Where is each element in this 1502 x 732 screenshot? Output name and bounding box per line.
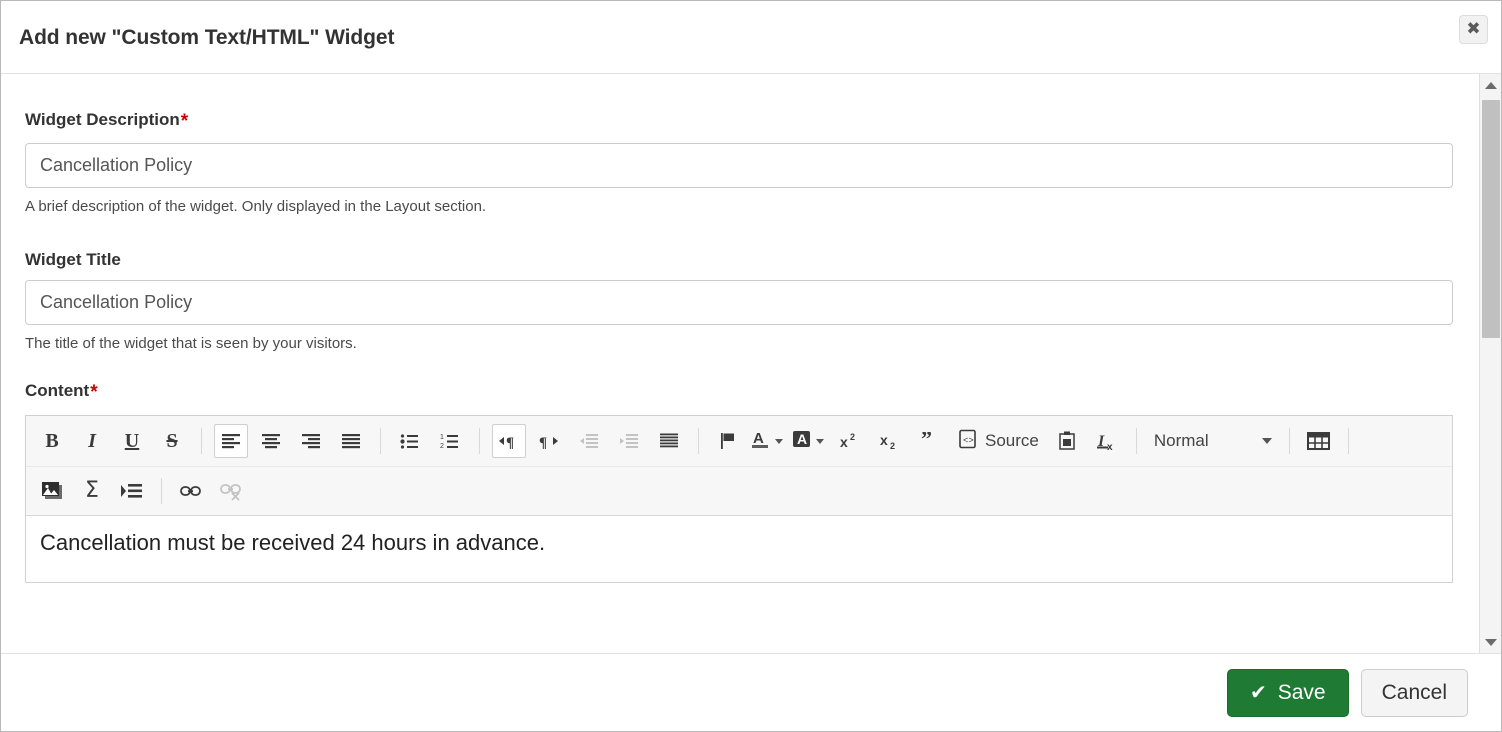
svg-text:¶: ¶ (506, 435, 514, 449)
numbered-list-icon[interactable]: 1 2 (433, 424, 467, 458)
svg-text:”: ” (921, 432, 932, 450)
insert-image-icon[interactable] (35, 474, 69, 508)
rich-text-editor: B I U S 1 2 ¶ ¶ A A x 2 x 2 ” <> Source … (25, 415, 1453, 583)
paste-from-word-icon[interactable] (1050, 424, 1084, 458)
dialog-title: Add new "Custom Text/HTML" Widget (19, 26, 395, 49)
svg-text:A: A (753, 430, 764, 447)
dialog-body-content: Widget Description* A brief description … (1, 74, 1473, 613)
toolbar-separator (698, 428, 699, 454)
content-label-text: Content (25, 381, 90, 400)
svg-text:2: 2 (890, 441, 895, 450)
body-scrollbar[interactable] (1479, 74, 1501, 653)
remove-format-icon[interactable]: I x (1090, 424, 1124, 458)
toolbar-separator (161, 478, 162, 504)
triangle-down-icon (1484, 638, 1497, 646)
block-justify-icon[interactable] (652, 424, 686, 458)
cancel-button[interactable]: Cancel (1360, 668, 1468, 717)
text-direction-ltr-icon[interactable]: ¶ (492, 424, 526, 458)
italic-icon[interactable]: I (75, 424, 109, 458)
insert-formula-icon[interactable]: Σ (75, 474, 109, 508)
widget-description-input[interactable] (25, 143, 1453, 188)
chevron-down-icon (1261, 438, 1272, 444)
text-direction-rtl-icon[interactable]: ¶ (532, 424, 566, 458)
svg-text:1: 1 (440, 434, 444, 441)
widget-title-input[interactable] (25, 280, 1453, 325)
svg-text:2: 2 (440, 443, 444, 449)
content-label: Content* (25, 382, 1449, 402)
toolbar-separator (380, 428, 381, 454)
source-code-icon: <> (958, 429, 978, 454)
unlink-icon[interactable] (214, 474, 248, 508)
dialog-body: Widget Description* A brief description … (1, 74, 1501, 653)
dialog-header: Add new "Custom Text/HTML" Widget ✖ (1, 1, 1501, 74)
editor-toolbar-row-1: B I U S 1 2 ¶ ¶ A A x 2 x 2 ” <> Source … (26, 416, 1452, 466)
svg-text:x: x (1107, 442, 1113, 451)
toolbar-separator (1135, 428, 1137, 454)
scroll-down-arrow[interactable] (1480, 631, 1501, 653)
align-center-icon[interactable] (254, 424, 288, 458)
source-button[interactable]: <> Source (952, 424, 1045, 458)
insert-page-break-icon[interactable] (115, 474, 149, 508)
increase-indent-icon[interactable] (612, 424, 646, 458)
blockquote-icon[interactable]: ” (913, 424, 947, 458)
background-color-icon: A (791, 429, 813, 454)
align-justify-icon[interactable] (334, 424, 368, 458)
toolbar-separator (201, 428, 202, 454)
text-color-icon: A (750, 429, 772, 454)
subscript-icon[interactable]: x 2 (873, 424, 907, 458)
toolbar-separator (1347, 428, 1349, 454)
superscript-icon[interactable]: x 2 (833, 424, 867, 458)
editor-paragraph: Cancellation must be received 24 hours i… (40, 530, 546, 555)
align-right-icon[interactable] (294, 424, 328, 458)
svg-text:2: 2 (850, 432, 855, 442)
chevron-down-icon (775, 438, 783, 444)
save-button[interactable]: ✔ Save (1226, 668, 1349, 717)
close-icon: ✖ (1466, 19, 1481, 39)
cancel-button-label: Cancel (1381, 680, 1447, 704)
dialog-footer: ✔ Save Cancel (1, 653, 1501, 731)
anchor-flag-icon[interactable] (711, 424, 745, 458)
triangle-up-icon (1484, 81, 1497, 89)
toolbar-separator (1288, 428, 1290, 454)
check-icon: ✔ (1249, 681, 1267, 704)
paragraph-format-value: Normal (1153, 431, 1209, 450)
widget-description-label: Widget Description* (25, 111, 1449, 131)
scroll-up-arrow[interactable] (1480, 74, 1501, 96)
editor-toolbar-row-2: Σ (26, 466, 1452, 515)
widget-description-label-text: Widget Description (25, 110, 180, 129)
svg-text:<>: <> (963, 436, 974, 446)
save-button-label: Save (1277, 680, 1326, 704)
editor-content-area[interactable]: Cancellation must be received 24 hours i… (26, 516, 1452, 582)
field-widget-title: Widget Title The title of the widget tha… (1, 251, 1473, 351)
widget-description-help: A brief description of the widget. Only … (25, 198, 487, 215)
insert-table-icon[interactable] (1302, 424, 1336, 458)
text-color-button[interactable]: A (750, 429, 787, 454)
add-widget-dialog: Add new "Custom Text/HTML" Widget ✖ Widg… (0, 0, 1502, 732)
required-asterisk: * (90, 382, 98, 403)
scroll-thumb[interactable] (1482, 100, 1500, 338)
toolbar-separator (479, 428, 480, 454)
bold-icon[interactable]: B (35, 424, 69, 458)
field-content: Content* B I U S 1 2 ¶ ¶ A A x 2 x 2 ” <… (1, 382, 1473, 583)
svg-text:A: A (797, 431, 807, 447)
insert-link-icon[interactable] (174, 474, 208, 508)
decrease-indent-icon[interactable] (572, 424, 606, 458)
underline-icon[interactable]: U (115, 424, 149, 458)
strikethrough-icon[interactable]: S (155, 424, 189, 458)
bulleted-list-icon[interactable] (393, 424, 427, 458)
widget-title-label: Widget Title (25, 250, 121, 269)
widget-title-help: The title of the widget that is seen by … (25, 335, 357, 352)
chevron-down-icon (816, 438, 824, 444)
required-asterisk: * (180, 111, 189, 132)
svg-text:¶: ¶ (539, 435, 547, 449)
field-widget-description: Widget Description* A brief description … (1, 111, 1473, 214)
background-color-button[interactable]: A (791, 429, 828, 454)
source-button-label: Source (985, 431, 1039, 450)
paragraph-format-dropdown[interactable]: Normal (1150, 424, 1276, 458)
editor-toolbar: B I U S 1 2 ¶ ¶ A A x 2 x 2 ” <> Source … (26, 416, 1452, 516)
close-button[interactable]: ✖ (1459, 15, 1488, 44)
svg-text:x: x (840, 434, 848, 450)
svg-text:x: x (880, 432, 888, 448)
align-left-icon[interactable] (214, 424, 248, 458)
